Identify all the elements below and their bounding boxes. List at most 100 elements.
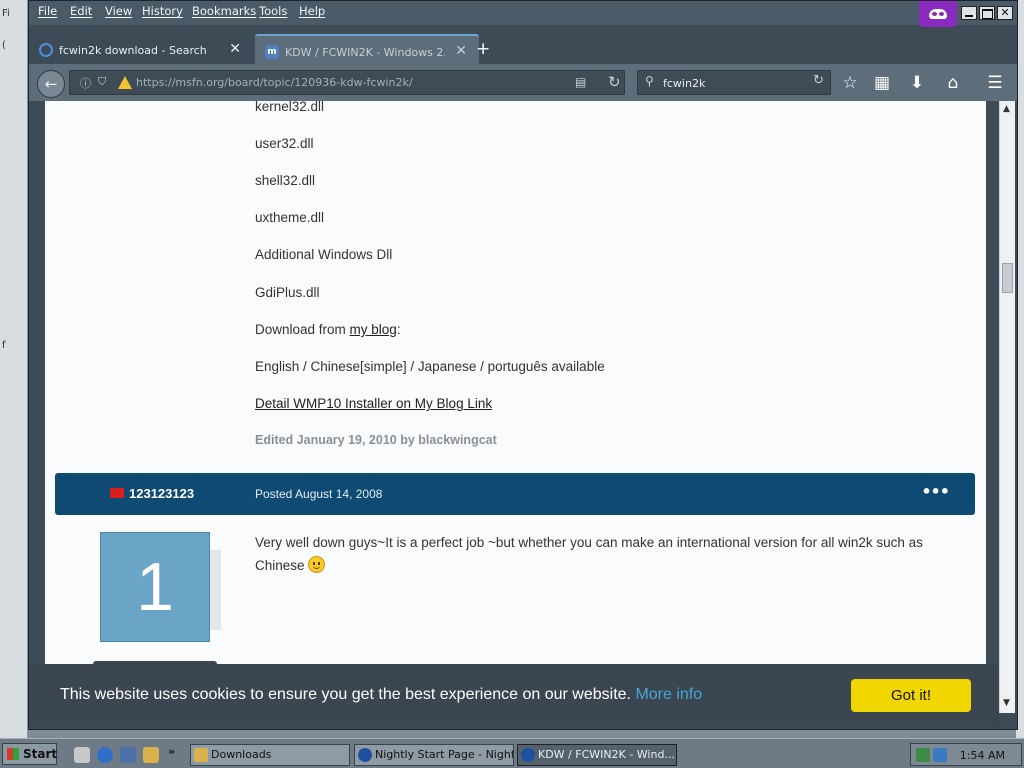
desktop-background-left: Fi ( f	[0, 0, 28, 738]
home-icon[interactable]: ⌂	[942, 72, 964, 94]
more-info-link[interactable]: More info	[635, 686, 702, 703]
post-options-ellipsis-icon[interactable]: •••	[921, 482, 950, 501]
menu-bar: File Edit View History Bookmarks Tools H…	[29, 1, 1017, 27]
download-suffix: :	[396, 322, 401, 337]
china-flag-icon	[110, 488, 124, 498]
explorer-search-icon[interactable]	[143, 747, 159, 763]
start-button[interactable]: Start	[2, 743, 57, 765]
download-arrow-icon[interactable]: ⬇	[906, 72, 928, 94]
taskbar: Start » Downloads Nightly Start Page - N…	[0, 738, 1024, 768]
download-line: Download from my blog:	[255, 322, 401, 337]
scroll-thumb[interactable]	[1002, 263, 1013, 293]
nightly-globe-icon	[521, 748, 535, 762]
menu-view[interactable]: View	[105, 4, 132, 18]
tracking-shield-icon[interactable]: ⛉	[98, 75, 106, 89]
scroll-down-arrow-icon[interactable]: ▼	[1003, 698, 1010, 708]
tray-app-icon[interactable]	[933, 748, 947, 762]
post-body-text: Very well down guys~It is a perfect job …	[255, 535, 923, 573]
maximize-button[interactable]	[979, 6, 995, 20]
menu-bookmarks[interactable]: Bookmarks	[192, 4, 256, 18]
tab-title: KDW / FCWIN2K - Windows 2...	[285, 46, 445, 59]
library-icon[interactable]: ▦	[871, 72, 893, 94]
menu-help[interactable]: Help	[299, 4, 325, 18]
dll-line: uxtheme.dll	[255, 210, 325, 225]
bookmark-star-icon[interactable]: ☆	[839, 72, 861, 94]
info-icon[interactable]: ⓘ	[80, 75, 91, 91]
url-bar[interactable]: ⓘ ⛉ https://msfn.org/board/topic/120936-…	[69, 70, 625, 95]
internet-explorer-icon[interactable]	[97, 747, 113, 763]
taskbar-item-label: Downloads	[211, 748, 272, 761]
dll-line: Additional Windows Dll	[255, 247, 393, 262]
hamburger-menu-icon[interactable]: ☰	[984, 72, 1006, 94]
desktop-glyph: f	[2, 340, 6, 351]
menu-history[interactable]: History	[142, 4, 183, 18]
taskbar-item-downloads[interactable]: Downloads	[190, 744, 350, 766]
desktop-glyph: Fi	[2, 8, 10, 19]
taskbar-item-label: KDW / FCWIN2K - Wind...	[538, 748, 675, 761]
my-blog-link[interactable]: my blog	[350, 322, 397, 337]
network-tray-icon[interactable]	[916, 748, 930, 762]
show-desktop-icon[interactable]	[74, 747, 90, 763]
menu-edit[interactable]: Edit	[70, 4, 92, 18]
cookie-message: This website uses cookies to ensure you …	[60, 686, 702, 704]
post-date[interactable]: Posted August 14, 2008	[255, 487, 382, 501]
folder-icon	[194, 748, 208, 762]
url-text[interactable]: https://msfn.org/board/topic/120936-kdw-…	[136, 76, 413, 89]
magnifier-icon: ⚲	[645, 74, 654, 88]
detail-wmp10-link[interactable]: Detail WMP10 Installer on My Blog Link	[255, 396, 492, 411]
minimize-button[interactable]	[961, 6, 977, 20]
desktop-glyph: (	[2, 40, 6, 51]
vertical-scrollbar[interactable]: ▲ ▼	[999, 101, 1015, 713]
system-tray: 1:54 AM	[910, 743, 1022, 766]
post-header: 123123123 Posted August 14, 2008 •••	[55, 473, 975, 515]
dll-line: user32.dll	[255, 136, 314, 151]
clock: 1:54 AM	[959, 749, 1005, 762]
got-it-button[interactable]: Got it!	[851, 679, 971, 712]
outlook-express-icon[interactable]	[120, 747, 136, 763]
navigation-toolbar: ← ⓘ ⛉ https://msfn.org/board/topic/12093…	[29, 64, 1017, 101]
nightly-globe-icon	[358, 748, 372, 762]
smiley-emoticon-icon	[308, 556, 326, 573]
windows-logo-icon	[7, 748, 19, 760]
search-input[interactable]	[663, 74, 803, 92]
new-tab-plus-icon[interactable]: +	[476, 39, 490, 59]
menu-tools[interactable]: Tools	[259, 4, 287, 18]
cookie-banner: This website uses cookies to ensure you …	[29, 664, 999, 727]
download-prefix: Download from	[255, 322, 350, 337]
search-go-icon[interactable]: ↻	[813, 73, 824, 88]
dll-line: kernel32.dll	[255, 101, 325, 114]
post-author[interactable]: 123123123	[129, 486, 194, 501]
search-bar[interactable]: ⚲ ↻	[637, 70, 831, 95]
back-arrow-icon[interactable]: ←	[37, 70, 65, 98]
page-content: kernel32.dll user32.dll shell32.dll uxth…	[45, 101, 986, 664]
edited-note: Edited January 19, 2010 by blackwingcat	[255, 433, 497, 447]
tab-strip: fcwin2k download - Search ✕ m KDW / FCWI…	[29, 31, 1017, 64]
browser-window: File Edit View History Bookmarks Tools H…	[28, 0, 1018, 730]
dll-line: GdiPlus.dll	[255, 285, 320, 300]
quicklaunch-chevron-icon[interactable]: »	[168, 745, 175, 758]
tab-kdw-fcwin2k[interactable]: m KDW / FCWIN2K - Windows 2... ✕	[255, 34, 479, 64]
menu-file[interactable]: File	[38, 4, 57, 18]
dll-line: shell32.dll	[255, 173, 316, 188]
avatar[interactable]: 1	[100, 532, 210, 642]
taskbar-item-label: Nightly Start Page - Nightly	[375, 748, 514, 761]
warning-lock-icon[interactable]	[118, 76, 132, 89]
detail-line: Detail WMP10 Installer on My Blog Link	[255, 396, 492, 411]
cookie-message-text: This website uses cookies to ensure you …	[60, 686, 631, 703]
taskbar-item-nightly[interactable]: Nightly Start Page - Nightly	[354, 744, 514, 766]
close-window-button[interactable]: ✕	[997, 6, 1013, 20]
scroll-up-arrow-icon[interactable]: ▲	[1003, 104, 1010, 114]
tab-search[interactable]: fcwin2k download - Search ✕	[29, 34, 253, 64]
reader-view-icon[interactable]: ▤	[575, 75, 586, 89]
close-tab-icon[interactable]: ✕	[455, 43, 467, 59]
msfn-favicon-icon: m	[265, 45, 279, 59]
languages-line: English / Chinese[simple] / Japanese / p…	[255, 359, 605, 374]
reload-icon[interactable]: ↻	[608, 73, 621, 91]
taskbar-item-kdw[interactable]: KDW / FCWIN2K - Wind...	[517, 744, 677, 766]
post-body: Very well down guys~It is a perfect job …	[255, 531, 965, 577]
private-browsing-mask-icon	[919, 1, 957, 27]
tab-title: fcwin2k download - Search	[59, 44, 207, 57]
close-tab-icon[interactable]: ✕	[229, 41, 241, 57]
start-label: Start	[23, 747, 58, 761]
search-icon	[39, 43, 53, 57]
